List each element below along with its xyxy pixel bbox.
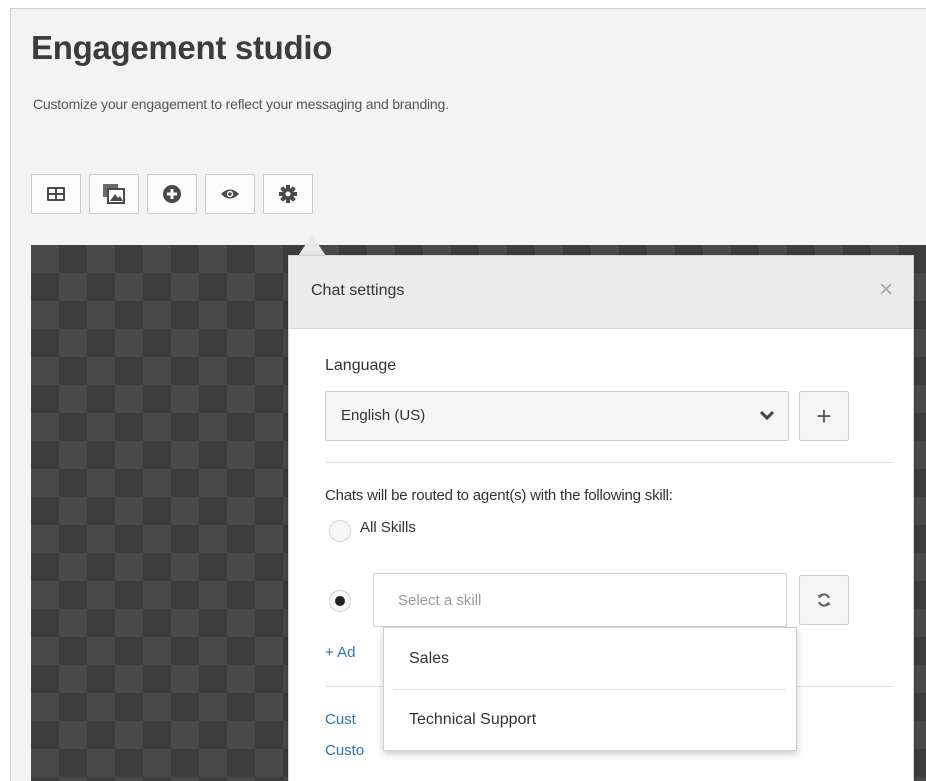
language-label: Language <box>325 357 397 374</box>
close-icon[interactable]: × <box>879 278 893 302</box>
panel-title: Chat settings <box>311 282 405 299</box>
refresh-skills-button[interactable] <box>799 575 849 625</box>
refresh-icon <box>817 593 831 607</box>
skill-option-technical-support[interactable]: Technical Support <box>394 689 786 750</box>
language-select[interactable]: English (US) <box>325 391 789 441</box>
studio-toolbar <box>31 174 313 214</box>
preview-button[interactable] <box>205 174 255 214</box>
image-layers-button[interactable] <box>89 174 139 214</box>
skill-search-input[interactable] <box>373 573 787 627</box>
page-title: Engagement studio <box>31 29 333 66</box>
plus-icon: + <box>816 401 832 431</box>
add-circle-icon <box>163 185 181 203</box>
settings-button[interactable] <box>263 174 313 214</box>
customize-predefined-content-link[interactable]: Custo <box>325 742 364 759</box>
skill-option-sales[interactable]: Sales <box>384 628 796 689</box>
all-skills-radio[interactable] <box>329 520 351 542</box>
chat-settings-panel: Chat settings × Language English (US) + … <box>288 255 914 781</box>
routing-description: Chats will be routed to agent(s) with th… <box>325 487 673 504</box>
add-element-button[interactable] <box>147 174 197 214</box>
eye-icon <box>221 189 239 199</box>
layout-button[interactable] <box>31 174 81 214</box>
specific-skill-radio[interactable] <box>329 590 351 612</box>
gear-icon <box>279 185 297 203</box>
divider <box>325 462 893 463</box>
add-skill-link[interactable]: + Ad <box>325 644 355 661</box>
all-skills-label: All Skills <box>360 519 416 536</box>
image-layers-icon <box>103 184 125 204</box>
chevron-down-icon <box>760 410 774 421</box>
panel-pointer <box>298 235 326 256</box>
engagement-studio-page: Engagement studio Customize your engagem… <box>10 8 926 781</box>
panel-header: Chat settings × <box>289 256 913 329</box>
add-language-button[interactable]: + <box>799 391 849 441</box>
page-subtitle: Customize your engagement to reflect you… <box>33 96 449 112</box>
layout-icon <box>47 187 65 201</box>
language-value: English (US) <box>341 407 426 424</box>
skill-dropdown: Sales Technical Support <box>383 627 797 751</box>
customize-link[interactable]: Cust <box>325 711 356 728</box>
